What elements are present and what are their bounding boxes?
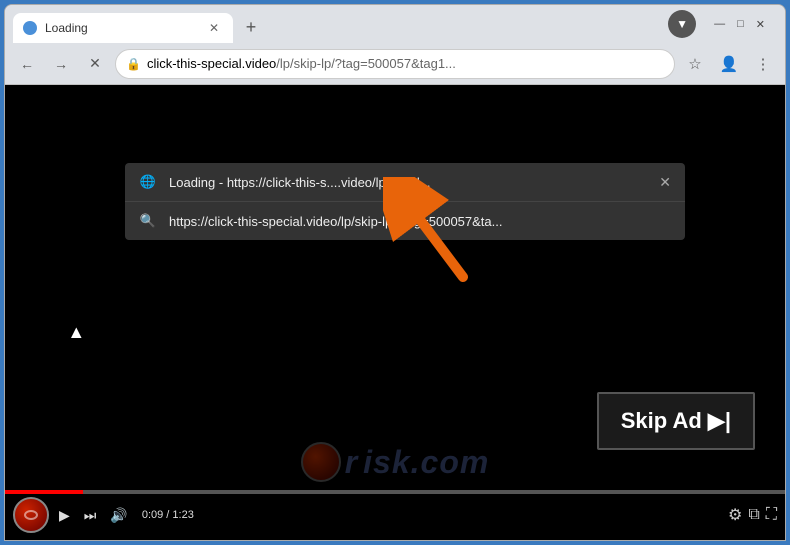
- minimize-button[interactable]: —: [714, 18, 725, 30]
- volume-button[interactable]: 🔊: [106, 505, 131, 526]
- tab-area: Loading ✕ +: [13, 5, 668, 43]
- profile-button[interactable]: 👤: [715, 50, 743, 78]
- lock-icon: 🔒: [126, 57, 141, 71]
- watermark-logo: [301, 442, 341, 482]
- address-dropdown: 🌐 Loading - https://click-this-s....vide…: [125, 163, 685, 240]
- search-icon: 🔍: [139, 212, 157, 230]
- progress-bar[interactable]: [5, 490, 785, 494]
- dropdown-item-1[interactable]: 🌐 Loading - https://click-this-s....vide…: [125, 163, 685, 202]
- toolbar: ← → ✕ 🔒 click-this-special.video/lp/skip…: [5, 43, 785, 85]
- maximize-button[interactable]: □: [737, 18, 744, 30]
- close-button[interactable]: ✕: [756, 18, 765, 31]
- play-button[interactable]: ▶: [55, 505, 74, 526]
- back-button[interactable]: ←: [13, 50, 41, 78]
- video-controls: ▶ ⏭ 🔊 0:09 / 1:23 ⚙ ⧉ ⛶: [5, 490, 785, 540]
- stop-button[interactable]: ✕: [81, 50, 109, 78]
- dropdown-item-2[interactable]: 🔍 https://click-this-special.video/lp/sk…: [125, 202, 685, 240]
- window-controls: — □ ✕: [702, 5, 777, 43]
- url-display: click-this-special.video/lp/skip-lp/?tag…: [147, 56, 664, 71]
- skip-ad-button[interactable]: Skip Ad ▶|: [597, 392, 755, 450]
- watermark-text-2: isk.com: [363, 444, 489, 481]
- address-bar[interactable]: 🔒 click-this-special.video/lp/skip-lp/?t…: [115, 49, 675, 79]
- tab-favicon: [23, 21, 37, 35]
- video-player: ▲ r isk.com Skip Ad ▶|: [5, 85, 785, 540]
- browser-content: 🌐 Loading - https://click-this-s....vide…: [5, 85, 785, 540]
- dropdown-item-1-text: Loading - https://click-this-s....video/…: [169, 175, 647, 190]
- title-bar: Loading ✕ + ▼ — □ ✕: [5, 5, 785, 43]
- channel-logo: [13, 497, 49, 533]
- dropdown-item-close[interactable]: ✕: [659, 174, 671, 191]
- tab-close-button[interactable]: ✕: [205, 19, 223, 37]
- mouse-cursor: ▲: [67, 322, 85, 343]
- browser-window: Loading ✕ + ▼ — □ ✕ ← → ✕ 🔒 click-this-s…: [4, 4, 786, 541]
- bookmark-button[interactable]: ☆: [681, 50, 709, 78]
- tab-title: Loading: [45, 21, 197, 35]
- right-controls: ⚙ ⧉ ⛶: [728, 505, 777, 525]
- browser-tab[interactable]: Loading ✕: [13, 13, 233, 43]
- video-time: 0:09 / 1:23: [142, 509, 194, 521]
- chromium-menu-button[interactable]: ▼: [668, 10, 696, 38]
- progress-filled: [5, 490, 83, 494]
- settings-icon[interactable]: ⚙: [728, 505, 742, 525]
- miniplayer-icon[interactable]: ⧉: [748, 506, 759, 524]
- chrome-menu-button[interactable]: ⋮: [749, 50, 777, 78]
- url-domain: click-this-special.video: [147, 56, 276, 71]
- forward-button[interactable]: →: [47, 50, 75, 78]
- dropdown-item-2-text: https://click-this-special.video/lp/skip…: [169, 214, 671, 229]
- next-button[interactable]: ⏭: [80, 505, 101, 526]
- fullscreen-icon[interactable]: ⛶: [766, 506, 777, 524]
- watermark-text: r: [345, 444, 359, 481]
- new-tab-button[interactable]: +: [237, 13, 265, 41]
- globe-icon: 🌐: [139, 173, 157, 191]
- url-path: /lp/skip-lp/?tag=500057&tag1...: [276, 56, 456, 71]
- skip-ad-label: Skip Ad ▶|: [621, 408, 731, 434]
